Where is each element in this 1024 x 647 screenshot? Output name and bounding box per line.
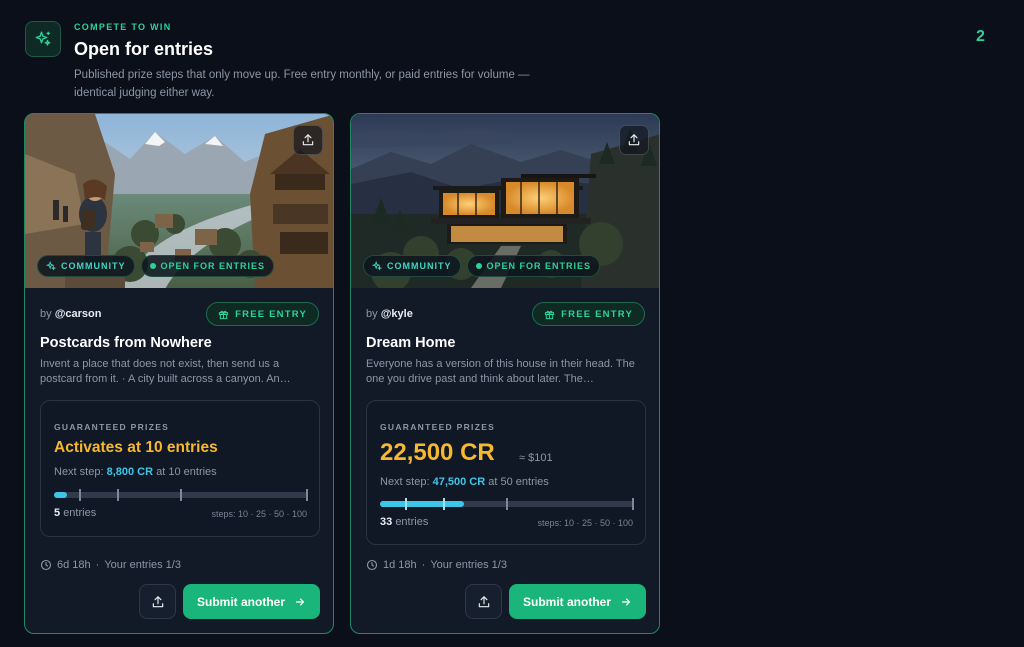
next-step-text: Next step: 47,500 CR at 50 entries: [380, 476, 549, 488]
category-tag-label: COMMUNITY: [61, 261, 126, 271]
entries-label: entries: [63, 507, 97, 519]
next-step-amount: 47,500 CR: [432, 476, 486, 488]
next-step-amount: 8,800 CR: [106, 466, 154, 478]
submit-label: Submit another: [196, 594, 285, 609]
next-step-suffix: at 50 entries: [488, 476, 549, 488]
author-line: by @carson: [40, 308, 102, 320]
share-button[interactable]: [139, 584, 176, 619]
entries-count: 5 entries: [54, 507, 96, 519]
upload-icon: [628, 134, 640, 146]
progress-step-marker: [180, 489, 182, 501]
category-tag: COMMUNITY: [363, 255, 461, 277]
progress-fill: [54, 492, 67, 498]
section-title: Open for entries: [74, 39, 214, 59]
author-handle[interactable]: @carson: [55, 308, 102, 320]
author-line: by @kyle: [366, 308, 413, 320]
arrow-right-icon: [621, 597, 631, 606]
steps-text: steps: 10 · 25 · 50 · 100: [537, 518, 633, 528]
category-tag-label: COMMUNITY: [387, 261, 452, 271]
contest-card-dream-home[interactable]: COMMUNITY OPEN FOR ENTRIES by @kyle FREE…: [350, 113, 660, 634]
prize-label: GUARANTEED PRIZES: [54, 422, 170, 432]
sparkles-icon: [372, 261, 382, 271]
prize-headline: Activates at 10 entries: [54, 439, 218, 456]
your-entries: Your entries 1/3: [104, 559, 181, 571]
card-tags: COMMUNITY OPEN FOR ENTRIES: [363, 255, 601, 277]
next-step-prefix: Next step:: [380, 476, 430, 488]
submit-another-button[interactable]: Submit another: [509, 584, 646, 619]
prize-amount: 22,500 CR: [380, 439, 495, 466]
entries-count: 33 entries: [380, 516, 428, 528]
entries-number: 33: [380, 516, 393, 528]
submit-label: Submit another: [522, 594, 611, 609]
clock-icon: [40, 559, 52, 571]
share-cover-button[interactable]: [619, 125, 649, 155]
progress-step-marker: [632, 498, 634, 510]
status-tag-label: OPEN FOR ENTRIES: [486, 261, 592, 271]
section-description: Published prize steps that only move up.…: [74, 69, 530, 99]
meta-separator: ·: [95, 559, 100, 571]
prize-panel: GUARANTEED PRIZES 22,500 CR ≈ $101 Next …: [366, 400, 646, 545]
share-cover-button[interactable]: [293, 125, 323, 155]
contest-description: Invent a place that does not exist, then…: [40, 358, 291, 385]
clock-icon: [366, 559, 378, 571]
contest-count: 2: [976, 28, 985, 45]
gift-icon: [545, 310, 555, 319]
progress-step-marker: [443, 498, 445, 510]
upload-icon: [302, 134, 314, 146]
card-tags: COMMUNITY OPEN FOR ENTRIES: [37, 255, 275, 277]
contest-description: Everyone has a version of this house in …: [366, 358, 635, 385]
upload-icon: [478, 595, 489, 607]
arrow-right-icon: [295, 597, 305, 606]
prize-usd-estimate: ≈ $101: [519, 452, 553, 464]
time-left: 1d 18h: [383, 559, 417, 571]
contest-meta: 6d 18h · Your entries 1/3: [40, 559, 181, 571]
prize-panel: GUARANTEED PRIZES Activates at 10 entrie…: [40, 400, 320, 537]
prize-label: GUARANTEED PRIZES: [380, 422, 496, 432]
contest-card-postcards[interactable]: COMMUNITY OPEN FOR ENTRIES by @carson FR…: [24, 113, 334, 634]
status-tag: OPEN FOR ENTRIES: [140, 255, 275, 277]
free-entry-badge: FREE ENTRY: [206, 302, 319, 326]
your-entries: Your entries 1/3: [430, 559, 507, 571]
free-entry-label: FREE ENTRY: [561, 308, 633, 320]
next-step-prefix: Next step:: [54, 466, 104, 478]
status-dot-icon: [475, 263, 482, 269]
entries-label: entries: [395, 516, 429, 528]
contest-title[interactable]: Postcards from Nowhere: [40, 335, 212, 351]
by-prefix: by: [40, 308, 52, 320]
meta-separator: ·: [421, 559, 426, 571]
by-prefix: by: [366, 308, 378, 320]
status-dot-icon: [149, 263, 156, 269]
status-tag-label: OPEN FOR ENTRIES: [160, 261, 266, 271]
submit-another-button[interactable]: Submit another: [183, 584, 320, 619]
progress-step-marker: [405, 498, 407, 510]
contest-title[interactable]: Dream Home: [366, 335, 455, 351]
steps-text: steps: 10 · 25 · 50 · 100: [211, 509, 307, 519]
category-tag: COMMUNITY: [37, 255, 135, 277]
author-handle[interactable]: @kyle: [381, 308, 413, 320]
sparkles-icon: [25, 21, 61, 57]
progress-step-marker: [306, 489, 308, 501]
sparkles-icon: [46, 261, 56, 271]
progress-step-marker: [117, 489, 119, 501]
free-entry-label: FREE ENTRY: [235, 308, 307, 320]
free-entry-badge: FREE ENTRY: [532, 302, 645, 326]
time-left: 6d 18h: [57, 559, 91, 571]
section-eyebrow: COMPETE TO WIN: [74, 22, 172, 32]
status-tag: OPEN FOR ENTRIES: [466, 255, 601, 277]
next-step-text: Next step: 8,800 CR at 10 entries: [54, 466, 217, 478]
entries-progress-bar: [54, 489, 308, 501]
contest-meta: 1d 18h · Your entries 1/3: [366, 559, 507, 571]
entries-number: 5: [54, 507, 61, 519]
share-button[interactable]: [465, 584, 502, 619]
next-step-suffix: at 10 entries: [156, 466, 217, 478]
upload-icon: [152, 595, 163, 607]
gift-icon: [219, 310, 229, 319]
progress-step-marker: [79, 489, 81, 501]
progress-step-marker: [506, 498, 508, 510]
entries-progress-bar: [380, 498, 634, 510]
progress-fill: [380, 501, 464, 507]
